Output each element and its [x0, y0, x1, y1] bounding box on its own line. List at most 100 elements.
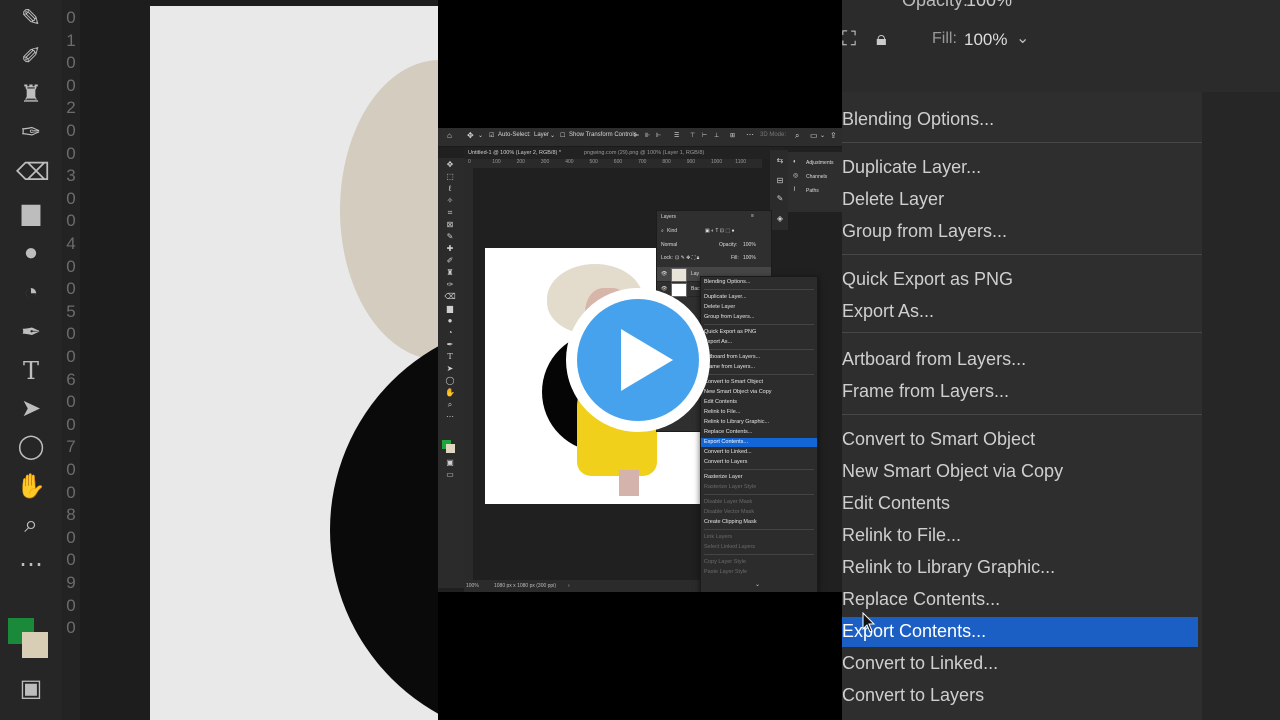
context-menu-item[interactable]: Replace Contents...	[701, 428, 817, 437]
eye-icon[interactable]: 👁︎	[661, 286, 667, 292]
distribute-icon[interactable]: ☰	[674, 132, 679, 139]
background-menu-item[interactable]: Relink to File...	[842, 525, 961, 546]
more-options-icon[interactable]: ⋯	[746, 130, 754, 139]
layers-panel-icon[interactable]: ◈	[774, 214, 786, 224]
context-menu-item[interactable]: Artboard from Layers...	[701, 353, 817, 362]
context-menu-item[interactable]: Convert to Layers	[701, 458, 817, 467]
background-menu-item[interactable]: Blending Options...	[842, 109, 994, 130]
eraser-tool-icon[interactable]: ⌫	[444, 292, 456, 302]
gradient-tool-icon[interactable]: ▆	[444, 304, 456, 314]
screen-mode-icon[interactable]: ▭	[444, 470, 456, 480]
panel-adjustments[interactable]: Adjustments	[806, 160, 834, 166]
layer-opacity-value[interactable]: 100%	[743, 242, 756, 248]
layer-filter-kind[interactable]: Kind	[667, 228, 677, 234]
crop-tool-icon[interactable]: ⌗	[444, 208, 456, 218]
search-icon[interactable]: ⌕	[795, 131, 799, 141]
context-menu-item[interactable]: Delete Layer	[701, 303, 817, 312]
ellipse-tool-icon[interactable]: ◯	[444, 376, 456, 386]
move-tool-icon[interactable]: ✥	[444, 160, 456, 170]
show-transform-checkbox[interactable]: ☐	[560, 132, 565, 139]
lock-icons[interactable]: ⊡ ✎ ✥ ⛶ 🔒︎	[675, 255, 699, 261]
magic-wand-icon[interactable]: ✧	[444, 196, 456, 206]
background-menu-item[interactable]: Duplicate Layer...	[842, 157, 981, 178]
background-menu-item[interactable]: Convert to Layers	[842, 685, 984, 706]
align-left-icon[interactable]: ⊫	[634, 132, 639, 139]
history-brush-icon[interactable]: ✑	[444, 280, 456, 290]
layers-panel-title[interactable]: Layers	[661, 214, 676, 220]
context-menu-item[interactable]: Convert to Smart Object	[701, 378, 817, 387]
blur-tool-icon[interactable]: ●	[444, 316, 456, 326]
background-menu-item[interactable]: New Smart Object via Copy	[842, 461, 1063, 482]
document-info[interactable]: 1080 px x 1080 px (300 ppi)	[494, 583, 556, 589]
background-menu-item[interactable]: Artboard from Layers...	[842, 349, 1026, 370]
background-menu-item[interactable]: Group from Layers...	[842, 221, 1007, 242]
background-menu-item[interactable]: Edit Contents	[842, 493, 950, 514]
tab-untitled-1[interactable]: Untitled-1 @ 100% (Layer 2, RGB/8) *	[468, 150, 561, 156]
context-menu-item[interactable]: Edit Contents	[701, 398, 817, 407]
distribute-vertical-icon[interactable]: ⊞	[730, 132, 735, 139]
healing-brush-icon[interactable]: ✚	[444, 244, 456, 254]
video-play-button[interactable]	[566, 288, 710, 432]
align-right-icon[interactable]: ⊩	[656, 132, 661, 139]
chevron-down-icon[interactable]: ⌄	[550, 132, 555, 139]
context-menu-item[interactable]: Relink to File...	[701, 408, 817, 417]
panel-menu-icon[interactable]: ≡	[751, 213, 754, 219]
history-panel-icon[interactable]: ⇆	[774, 156, 786, 166]
properties-panel-icon[interactable]: ⊟	[774, 176, 786, 186]
chevron-right-icon[interactable]: ›	[568, 583, 570, 589]
marquee-tool-icon[interactable]: ⬚	[444, 172, 456, 182]
type-tool-icon[interactable]: T	[444, 352, 456, 362]
background-menu-item[interactable]: Convert to Smart Object	[842, 429, 1035, 450]
panel-channels[interactable]: Channels	[806, 174, 827, 180]
brush-tool-icon[interactable]: ✐	[444, 256, 456, 266]
context-menu-item[interactable]: Rasterize Layer	[701, 473, 817, 482]
quick-mask-icon[interactable]: ▣	[444, 458, 456, 468]
layer-name[interactable]: Bac	[691, 286, 700, 292]
align-bottom-icon[interactable]: ⊥	[714, 132, 719, 139]
context-menu-item[interactable]: Convert to Linked...	[701, 448, 817, 457]
layer-fill-value[interactable]: 100%	[743, 255, 756, 261]
blend-mode-dropdown[interactable]: Normal	[661, 242, 677, 248]
auto-select-dropdown[interactable]: Layer	[534, 132, 549, 138]
hand-tool-icon[interactable]: ✋	[444, 388, 456, 398]
context-menu-item[interactable]: Group from Layers...	[701, 313, 817, 322]
clone-stamp-icon[interactable]: ♜	[444, 268, 456, 278]
zoom-level[interactable]: 100%	[466, 583, 479, 589]
workspace-icon[interactable]: ▭	[810, 131, 818, 140]
scroll-down-icon[interactable]: ⌄	[755, 581, 760, 588]
frame-tool-icon[interactable]: ⊠	[444, 220, 456, 230]
chevron-down-icon[interactable]: ⌄	[478, 132, 483, 139]
background-menu-item[interactable]: Convert to Linked...	[842, 653, 998, 674]
filter-icons[interactable]: ▣ ◐ T ⊡ ⬚ ●	[705, 228, 735, 234]
move-tool-icon[interactable]: ✥	[467, 131, 474, 140]
lasso-tool-icon[interactable]: ℓ	[444, 184, 456, 194]
context-menu-item[interactable]: Relink to Library Graphic...	[701, 418, 817, 427]
context-menu-item[interactable]: Create Clipping Mask	[701, 518, 817, 527]
share-icon[interactable]: ⇪	[830, 131, 837, 140]
context-menu-item[interactable]: New Smart Object via Copy	[701, 388, 817, 397]
panel-paths[interactable]: Paths	[806, 188, 819, 194]
brush-settings-icon[interactable]: ✎	[774, 194, 786, 204]
zoom-tool-icon[interactable]: ⌕	[444, 400, 456, 410]
edit-toolbar-icon[interactable]: ⋯	[444, 412, 456, 422]
dodge-tool-icon[interactable]: ◔	[444, 328, 456, 338]
auto-select-checkbox[interactable]: ☑	[489, 132, 494, 139]
background-menu-item[interactable]: Relink to Library Graphic...	[842, 557, 1055, 578]
context-menu-item[interactable]: Export Contents...	[701, 438, 817, 447]
context-menu-item[interactable]: Frame from Layers...	[701, 363, 817, 372]
context-menu-item[interactable]: Duplicate Layer...	[701, 293, 817, 302]
align-top-icon[interactable]: ⊤	[690, 132, 695, 139]
align-center-icon[interactable]: ⊪	[645, 132, 650, 139]
background-menu-item[interactable]: Replace Contents...	[842, 589, 1000, 610]
background-menu-item[interactable]: Quick Export as PNG	[842, 269, 1013, 290]
background-menu-item[interactable]: Delete Layer	[842, 189, 944, 210]
background-menu-item[interactable]: Frame from Layers...	[842, 381, 1009, 402]
chevron-down-icon[interactable]: ⌄	[820, 132, 825, 139]
tab-pngwing[interactable]: pngwing.com (29).png @ 100% (Layer 1, RG…	[584, 150, 704, 156]
path-selection-icon[interactable]: ➤	[444, 364, 456, 374]
eyedropper-icon[interactable]: ✎	[444, 232, 456, 242]
background-menu-item[interactable]: Export As...	[842, 301, 934, 322]
align-middle-icon[interactable]: ⊢	[702, 132, 707, 139]
context-menu-item[interactable]: Quick Export as PNG	[701, 328, 817, 337]
home-icon[interactable]: ⌂	[447, 131, 452, 140]
